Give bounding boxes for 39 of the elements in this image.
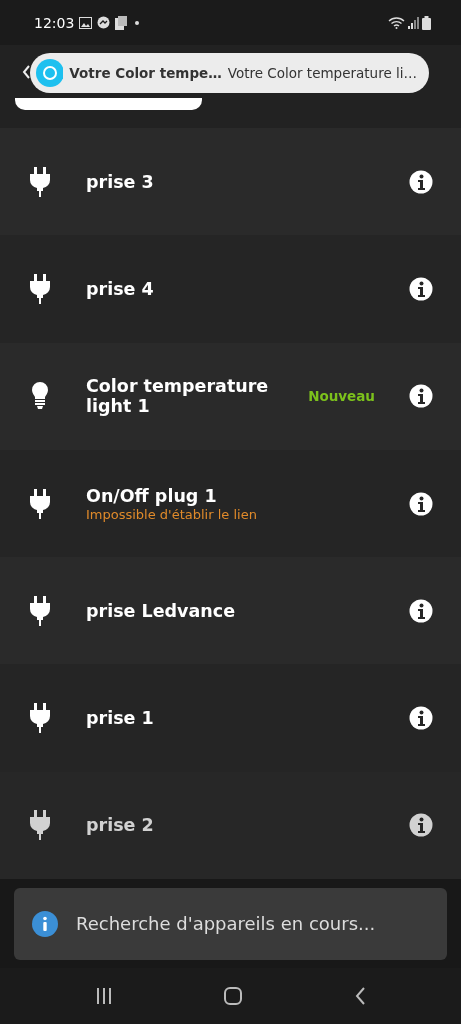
bulb-icon — [32, 382, 48, 411]
image-icon — [79, 16, 93, 29]
device-name: On/Off plug 1 — [86, 485, 218, 506]
plug-icon — [29, 273, 51, 304]
wifi-icon — [388, 16, 405, 29]
app-icon — [36, 59, 64, 87]
plug-icon — [29, 166, 51, 197]
device-status: Impossible d'établir le lien — [86, 506, 258, 522]
info-icon — [32, 910, 58, 937]
back-icon[interactable] — [353, 987, 366, 1005]
device-name: prise 4 — [86, 278, 155, 299]
device-name: Color temperature light 1 — [86, 376, 270, 417]
info-icon[interactable] — [409, 384, 433, 409]
info-icon[interactable] — [409, 169, 433, 194]
signal-icon — [408, 16, 419, 29]
plug-icon — [29, 810, 51, 841]
info-icon[interactable] — [409, 706, 433, 731]
device-name: prise 1 — [86, 708, 155, 729]
info-icon[interactable] — [409, 276, 433, 301]
notification-title: Votre Color tempe… — [69, 65, 222, 81]
recent-apps-icon[interactable] — [95, 987, 114, 1005]
new-label: Nouveau — [308, 388, 375, 405]
notification-text: Votre Color temperature li… — [227, 65, 417, 81]
caret-icon[interactable] — [22, 65, 30, 79]
device-name: prise Ledvance — [86, 600, 236, 621]
plug-icon — [29, 703, 51, 734]
chat-icon — [97, 16, 111, 29]
info-icon[interactable] — [409, 491, 433, 516]
home-icon[interactable] — [223, 986, 244, 1006]
plug-icon — [29, 488, 51, 519]
battery-icon — [422, 15, 431, 30]
status-time: 12:03 — [34, 14, 75, 31]
plug-icon — [29, 595, 51, 626]
device-name: prise 2 — [86, 815, 155, 836]
snackbar-message: Recherche d'appareils en cours... — [76, 913, 376, 935]
info-icon[interactable] — [409, 813, 433, 838]
device-name: prise 3 — [86, 171, 155, 192]
info-icon[interactable] — [409, 598, 433, 623]
notification-pill[interactable]: Votre Color tempe… Votre Color temperature li… — [30, 53, 429, 93]
